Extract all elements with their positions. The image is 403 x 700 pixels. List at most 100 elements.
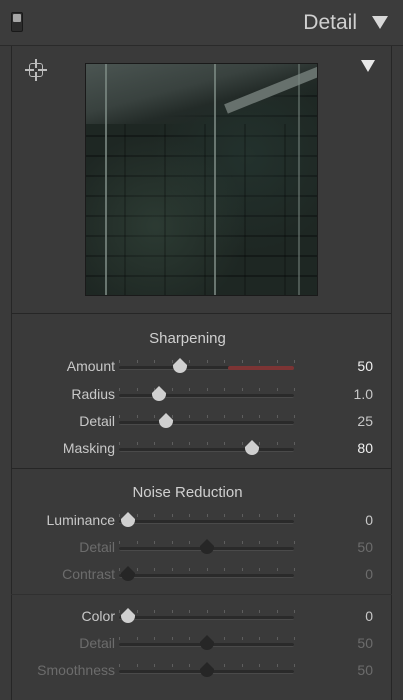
slider-tick (294, 541, 295, 544)
slider-tick (154, 442, 155, 445)
slider-tick (224, 568, 225, 571)
slider-value[interactable]: 50 (357, 539, 373, 555)
slider-tick (241, 541, 243, 544)
slider-ticks (119, 415, 295, 419)
slider-tick (224, 541, 225, 544)
slider-tick (224, 514, 225, 517)
slider-tick (189, 664, 190, 667)
slider-tick (154, 610, 155, 613)
slider-tick (241, 388, 243, 391)
target-adjustment-icon[interactable] (25, 59, 47, 81)
slider-tick (259, 664, 260, 667)
slider-thumb[interactable] (199, 635, 214, 650)
slider-row-luminance: Luminance 0 (11, 510, 392, 532)
slider-tick (154, 568, 155, 571)
slider-value[interactable]: 0 (365, 566, 373, 582)
slider-row-color: Color 0 (11, 606, 392, 628)
slider-tick (154, 415, 155, 418)
slider-tick (171, 514, 173, 517)
slider-tick (136, 610, 138, 613)
slider-tick (136, 541, 138, 544)
slider-label: Contrast (62, 566, 115, 582)
slider-label: Detail (79, 539, 115, 555)
slider-row-radius: Radius 1.0 (11, 384, 392, 406)
slider-label: Luminance (46, 512, 116, 528)
slider-tick (136, 388, 138, 391)
slider-tick (119, 415, 120, 418)
slider-track[interactable] (119, 520, 294, 524)
slider-tick (119, 442, 120, 445)
slider-value[interactable]: 50 (357, 662, 373, 678)
slider-thumb[interactable] (120, 566, 135, 581)
slider-tick (276, 610, 278, 613)
slider-ticks (119, 568, 295, 572)
slider-value[interactable]: 0 (365, 512, 373, 528)
slider-tick (171, 664, 173, 667)
slider-value[interactable]: 25 (357, 413, 373, 429)
slider-tick (241, 664, 243, 667)
slider-track[interactable] (119, 574, 294, 578)
slider-value[interactable]: 50 (357, 635, 373, 651)
slider-thumb[interactable] (152, 386, 167, 401)
collapse-triangle-icon[interactable] (372, 16, 388, 29)
slider-value[interactable]: 50 (357, 358, 373, 374)
panel-title: Detail (303, 11, 357, 34)
slider-tick (241, 415, 243, 418)
slider-tick (276, 415, 278, 418)
slider-tick (259, 415, 260, 418)
slider-tick (206, 388, 208, 391)
slider-tick (206, 568, 208, 571)
slider-value[interactable]: 0 (365, 608, 373, 624)
slider-tick (241, 610, 243, 613)
slider-value[interactable]: 80 (357, 440, 373, 456)
slider-tick (276, 541, 278, 544)
slider-tick (294, 568, 295, 571)
slider-track[interactable] (119, 394, 294, 398)
panel-header[interactable]: Detail (0, 0, 403, 46)
slider-tick (294, 442, 295, 445)
slider-tick (171, 637, 173, 640)
slider-ticks (119, 360, 295, 364)
slider-tick (136, 415, 138, 418)
slider-tick (119, 637, 120, 640)
slider-tick (294, 360, 295, 363)
slider-tick (154, 514, 155, 517)
slider-thumb[interactable] (120, 608, 135, 623)
slider-value[interactable]: 1.0 (354, 386, 373, 402)
slider-label: Radius (71, 386, 115, 402)
detail-preview-image[interactable] (85, 63, 318, 296)
slider-track[interactable] (119, 421, 294, 425)
slider-tick (189, 637, 190, 640)
slider-tick (224, 610, 225, 613)
preview-toggle-triangle-icon[interactable] (361, 60, 375, 72)
panel-toggle-switch[interactable] (11, 12, 23, 32)
slider-tick (206, 360, 208, 363)
slider-track[interactable] (119, 448, 294, 452)
slider-track[interactable] (119, 616, 294, 620)
slider-row-amount: Amount 50 (11, 356, 392, 378)
slider-tick (276, 388, 278, 391)
slider-label: Detail (79, 413, 115, 429)
slider-thumb[interactable] (120, 512, 135, 527)
slider-tick (206, 610, 208, 613)
slider-tick (119, 541, 120, 544)
slider-label: Smoothness (37, 662, 115, 678)
slider-tick (224, 415, 225, 418)
slider-tick (206, 442, 208, 445)
slider-tick (154, 637, 155, 640)
sharpening-title: Sharpening (149, 330, 226, 347)
slider-track[interactable] (119, 366, 294, 370)
slider-thumb[interactable] (199, 539, 214, 554)
slider-tick (224, 664, 225, 667)
slider-thumb[interactable] (159, 413, 174, 428)
detail-panel: Detail Sharpening Amount 50 Radius 1.0 D… (0, 0, 403, 700)
slider-tick (294, 415, 295, 418)
slider-thumb[interactable] (245, 440, 259, 455)
slider-tick (136, 637, 138, 640)
slider-tick (276, 568, 278, 571)
slider-thumb[interactable] (173, 358, 188, 373)
slider-tick (119, 360, 120, 363)
slider-tick (189, 360, 190, 363)
slider-tick (171, 442, 173, 445)
slider-thumb[interactable] (199, 662, 214, 677)
